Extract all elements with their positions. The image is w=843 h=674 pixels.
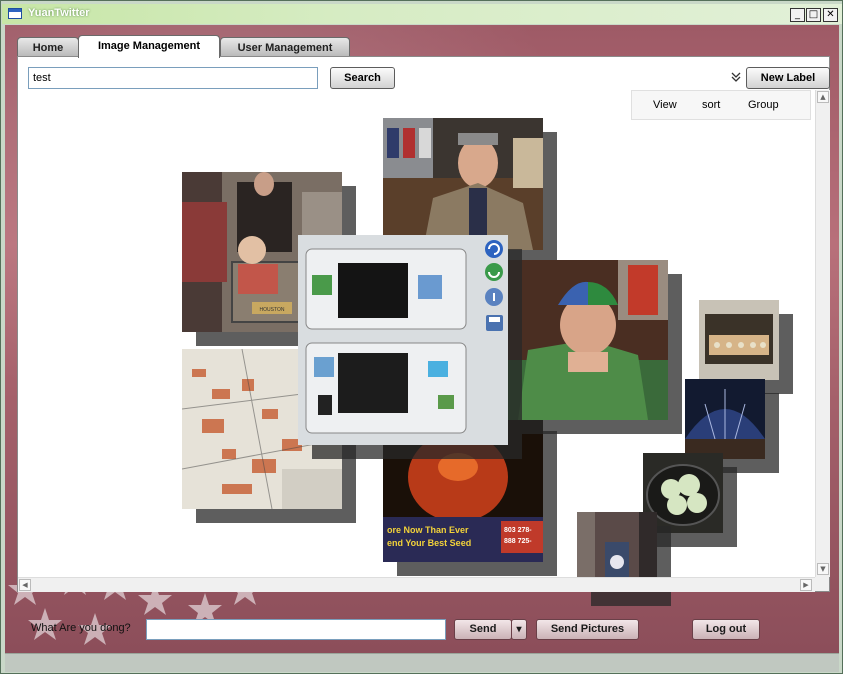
new-label-button[interactable]: New Label (746, 67, 830, 89)
app-window: YuanTwitter _ □ ✕ Home Image Management … (0, 0, 843, 674)
view-options-bar: View sort Group (631, 90, 811, 120)
scroll-right-arrow-icon[interactable]: ▶ (800, 579, 812, 591)
photo-man-in-suit[interactable] (383, 118, 543, 250)
photo-man-propeller-cap[interactable] (508, 260, 668, 420)
maximize-button[interactable]: □ (806, 8, 821, 22)
view-option[interactable]: View (653, 99, 677, 111)
horizontal-scrollbar[interactable]: ◀ ▶ (18, 577, 815, 592)
tab-home[interactable]: Home (17, 37, 79, 57)
photo-domed-ceiling[interactable] (685, 379, 765, 459)
image-management-panel: Search New Label View sort Group (17, 56, 830, 592)
tab-image-management[interactable]: Image Management (78, 35, 220, 58)
logout-button[interactable]: Log out (692, 619, 760, 640)
tab-user-management[interactable]: User Management (220, 37, 350, 57)
status-input[interactable] (146, 619, 446, 640)
chevron-double-down-icon[interactable] (730, 71, 742, 85)
search-button[interactable]: Search (330, 67, 395, 89)
search-input[interactable] (28, 67, 318, 89)
scroll-corner (815, 577, 829, 591)
group-option[interactable]: Group (748, 99, 779, 111)
window-status-bar (5, 653, 839, 672)
minimize-button[interactable]: _ (790, 8, 805, 22)
vertical-scrollbar[interactable]: ▲ ▼ (815, 90, 830, 577)
app-icon (8, 8, 22, 19)
close-button[interactable]: ✕ (823, 8, 838, 22)
scroll-left-arrow-icon[interactable]: ◀ (19, 579, 31, 591)
cart-sign-text: HOUSTON (260, 307, 285, 313)
photo-handheld-console[interactable] (298, 235, 508, 445)
sort-option[interactable]: sort (702, 99, 720, 111)
window-title: YuanTwitter (28, 7, 90, 19)
refresh-icon[interactable] (485, 240, 503, 258)
send-pictures-button[interactable]: Send Pictures (536, 619, 639, 640)
photo-oven[interactable] (699, 300, 779, 380)
rotate-icon[interactable] (485, 263, 503, 281)
send-button[interactable]: Send (454, 619, 512, 640)
send-dropdown-button[interactable]: ▾ (511, 619, 527, 640)
title-bar[interactable]: YuanTwitter _ □ ✕ (2, 4, 842, 24)
scroll-down-arrow-icon[interactable]: ▼ (817, 563, 829, 575)
scroll-up-arrow-icon[interactable]: ▲ (817, 91, 829, 103)
client-area: Home Image Management User Management Se… (5, 25, 839, 653)
status-prompt-label: What Are you dong? (31, 622, 131, 634)
